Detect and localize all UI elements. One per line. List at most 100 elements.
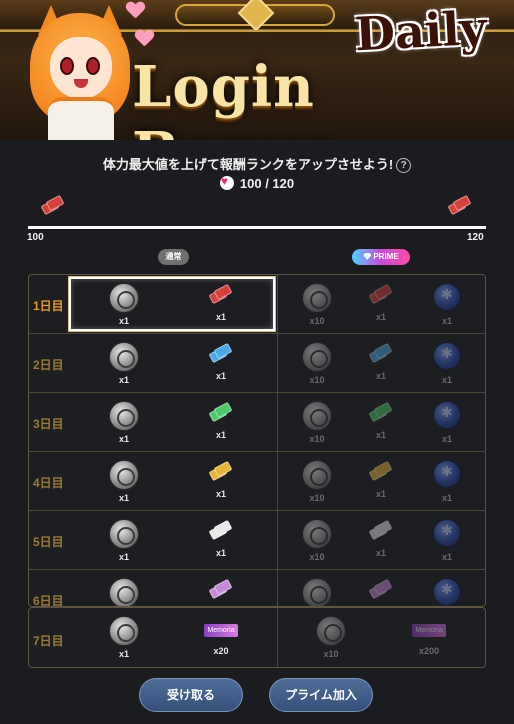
reward-quantity: x1 — [118, 552, 129, 562]
banner-title-login-bonus: Login Bonus — [132, 54, 334, 140]
column-divider — [277, 570, 278, 606]
banner-title-daily: Daily — [353, 0, 488, 62]
prime-ticket-reward: x1 — [361, 401, 401, 440]
ticket-icon — [368, 401, 393, 423]
orb-icon — [433, 283, 461, 311]
orb-icon — [433, 401, 461, 429]
reward-quantity: x1 — [375, 430, 386, 440]
prime-coin-reward: x10 — [297, 401, 337, 444]
coin-icon — [109, 401, 139, 431]
tab-prime[interactable]: PRIME — [352, 249, 410, 265]
memoria-icon: Memoria — [204, 624, 238, 637]
day-label: 3日目 — [33, 417, 64, 431]
normal-ticket-reward: x1 — [201, 342, 241, 381]
current-day-highlight — [69, 277, 275, 331]
prime-orb-reward — [427, 578, 467, 606]
column-divider — [277, 511, 278, 569]
day-row: 2日目 x1 x1 x10 x1 x1 — [29, 334, 485, 393]
day-row: 3日目 x1 x1 x10 x1 x1 — [29, 393, 485, 452]
track-max-label: 120 — [467, 232, 484, 243]
prime-ticket-reward — [361, 578, 401, 606]
normal-coin-reward: x1 — [104, 616, 144, 659]
reward-grid[interactable]: 1日目 x1 x1 x10 x1 x1 2日目 x1 — [28, 274, 486, 607]
prime-coin-reward — [297, 578, 337, 606]
column-divider — [277, 275, 278, 333]
normal-ticket-reward: x1 — [201, 401, 241, 440]
day7-row: 7日目 x1 Memoria x20 x10 Memoria x200 — [28, 607, 486, 668]
normal-ticket-reward: x1 — [201, 460, 241, 499]
day-label: 6日目 — [33, 594, 64, 607]
heart-icon — [219, 174, 234, 190]
prime-orb-reward: x1 — [427, 342, 467, 385]
ticket-icon — [208, 342, 233, 364]
day-row: 5日目 x1 x1 x10 x1 x1 — [29, 511, 485, 570]
normal-coin-reward: x1 — [104, 342, 144, 385]
mascot-illustration — [30, 5, 130, 140]
normal-ticket-reward: x1 — [201, 519, 241, 558]
normal-memoria-reward: Memoria x20 — [201, 616, 241, 656]
tab-prime-label: PRIME — [373, 252, 399, 261]
claim-button[interactable]: 受け取る — [139, 678, 243, 712]
prime-coin-reward: x10 — [311, 616, 351, 659]
normal-ticket-reward — [201, 578, 241, 606]
track-min-label: 100 — [27, 232, 44, 243]
prime-ticket-reward: x1 — [361, 519, 401, 558]
normal-ticket-reward: x1 — [201, 283, 241, 322]
stamina-value: 100 / 120 — [239, 176, 295, 191]
day-row: 6日目 — [29, 570, 485, 607]
coin-icon — [109, 342, 139, 372]
day-row: 4日目 x1 x1 x10 x1 x1 — [29, 452, 485, 511]
coin-icon — [302, 283, 332, 313]
coin-icon — [109, 460, 139, 490]
reward-quantity: x1 — [375, 371, 386, 381]
ticket-icon — [208, 460, 233, 482]
memoria-icon: Memoria — [412, 624, 446, 637]
prime-orb-reward: x1 — [427, 519, 467, 562]
column-divider — [277, 334, 278, 392]
tab-normal[interactable]: 通常 — [158, 249, 189, 265]
reward-quantity: x20 — [213, 646, 229, 656]
stamina-readout: 100 / 120 — [0, 174, 514, 191]
ticket-icon — [208, 283, 233, 305]
reward-quantity: x200 — [418, 646, 440, 656]
help-icon[interactable]: ? — [396, 158, 412, 174]
prime-coin-reward: x10 — [297, 460, 337, 503]
prime-orb-reward: x1 — [427, 283, 467, 326]
normal-coin-reward: x1 — [104, 401, 144, 444]
normal-coin-reward: x1 — [104, 460, 144, 503]
rank-up-text: 体力最大値を上げて報酬ランクをアップさせよう! — [102, 157, 394, 172]
ticket-icon — [40, 194, 65, 216]
day-label: 1日目 — [33, 299, 64, 313]
reward-quantity: x1 — [118, 375, 129, 385]
reward-quantity: x1 — [215, 312, 226, 322]
gem-icon — [363, 253, 372, 260]
coin-icon — [316, 616, 346, 646]
reward-quantity: x1 — [118, 434, 129, 444]
prime-orb-reward: x1 — [427, 460, 467, 503]
orb-icon — [433, 519, 461, 547]
reward-quantity: x10 — [323, 649, 339, 659]
day-label: 4日目 — [33, 476, 64, 490]
coin-icon — [109, 616, 139, 646]
reward-quantity: x1 — [375, 489, 386, 499]
prime-ticket-reward: x1 — [361, 283, 401, 322]
prime-ticket-reward: x1 — [361, 460, 401, 499]
reward-quantity: x10 — [309, 316, 325, 326]
coin-icon — [302, 519, 332, 549]
reward-quantity: x1 — [118, 649, 129, 659]
ticket-icon — [368, 519, 393, 541]
reward-quantity: x10 — [309, 375, 325, 385]
column-divider — [277, 452, 278, 510]
ticket-icon — [208, 519, 233, 541]
prime-coin-reward: x10 — [297, 519, 337, 562]
orb-icon — [433, 342, 461, 370]
heart-icon — [135, 30, 153, 46]
day-row: 1日目 x1 x1 x10 x1 x1 — [29, 275, 485, 334]
prime-orb-reward: x1 — [427, 401, 467, 444]
reward-quantity: x1 — [441, 434, 452, 444]
normal-coin-reward — [104, 578, 144, 606]
prime-memoria-reward: Memoria x200 — [409, 616, 449, 656]
coin-icon — [302, 460, 332, 490]
reward-quantity: x1 — [441, 552, 452, 562]
prime-join-button[interactable]: プライム加入 — [269, 678, 373, 712]
